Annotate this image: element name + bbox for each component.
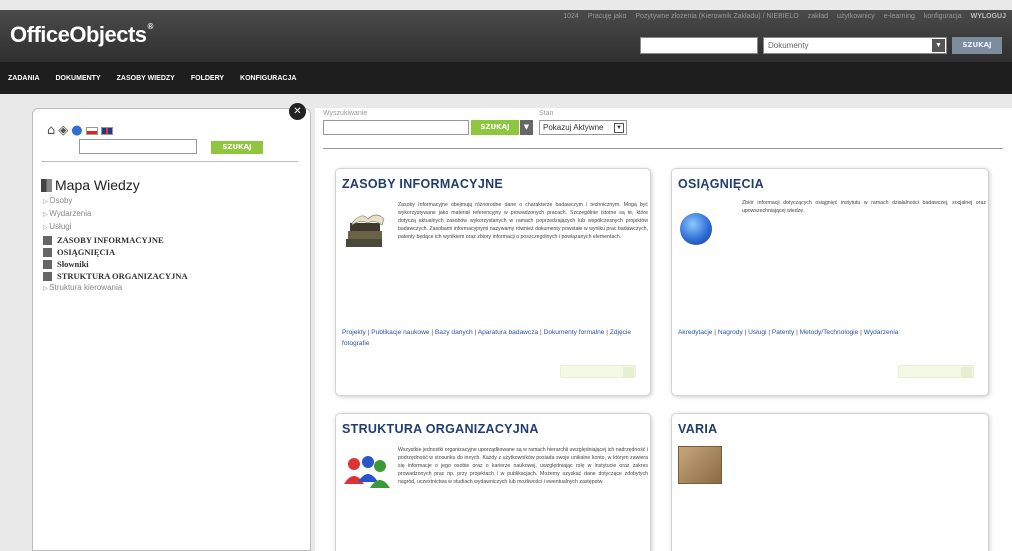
navigate-icon[interactable]: ◈ — [58, 123, 68, 138]
link-wydarzenia[interactable]: Wydarzenia — [864, 329, 899, 336]
tree-item-osiagniecia[interactable]: OSIĄGNIĘCIA — [43, 246, 188, 258]
card-struktura-organizacyjna: STRUKTURA ORGANIZACYJNA Wszystkie jednos… — [335, 413, 651, 551]
tree-item-slowniki[interactable]: Słowniki — [43, 258, 188, 270]
card-title[interactable]: OSIĄGNIĘCIA — [678, 177, 764, 191]
more-button[interactable] — [560, 365, 636, 378]
folder-icon — [43, 259, 52, 269]
flag-pl-icon[interactable] — [85, 126, 98, 135]
link-aparatura[interactable]: Aparatura badawcza — [478, 329, 538, 336]
card-links: Projekty | Publikacje naukowe | Bazy dan… — [342, 329, 632, 347]
home-icon[interactable]: ⌂ — [47, 123, 55, 138]
tree-item-struktura-kierowania[interactable]: Struktura kierowania — [43, 282, 188, 295]
books-icon — [346, 214, 385, 247]
app-header: OfficeObjects® 1024 Pracuję jako Pozytyw… — [0, 10, 1012, 62]
link-projekty[interactable]: Projekty — [342, 329, 366, 336]
nav-foldery[interactable]: FOLDERY — [191, 75, 224, 82]
link-akredytacje[interactable]: Akredytacje — [678, 329, 712, 336]
knowledge-map-panel: ⌂ ◈ ● SZUKAJ Mapa Wiedzy Osoby Wydarzeni… — [32, 108, 311, 551]
nav-zadania[interactable]: ZADANIA — [8, 75, 40, 82]
globe-icon[interactable]: ● — [71, 123, 82, 138]
card-links: Akredytacje | Nagrody | Usługi | Patenty… — [678, 329, 899, 336]
folder-icon — [43, 271, 52, 281]
content-search-input[interactable] — [323, 120, 469, 135]
top-menu-config[interactable]: konfiguracja — [924, 13, 962, 20]
card-title[interactable]: STRUKTURA ORGANIZACYJNA — [342, 422, 539, 436]
tree-item-uslugi[interactable]: Usługi — [43, 221, 188, 234]
top-menu: 1024 Pracuję jako Pozytywne złożenia (Ki… — [563, 13, 1006, 20]
card-varia: VARIA — [671, 413, 989, 551]
folder-icon — [43, 235, 52, 245]
role-link[interactable]: Pozytywne złożenia (Kierownik Zakładu) /… — [635, 13, 798, 20]
card-osiagniecia: OSIĄGNIĘCIA Zbiór informacji dotyczących… — [671, 168, 989, 396]
link-bazy-danych[interactable]: Bazy danych — [435, 329, 473, 336]
header-search-button[interactable]: SZUKAJ — [952, 37, 1002, 54]
card-title[interactable]: ZASOBY INFORMACYJNE — [342, 177, 503, 191]
panel-toolbar: ⌂ ◈ ● — [47, 123, 113, 138]
document-icon — [678, 446, 722, 484]
document-type-select[interactable]: Dokumenty ▼ — [763, 37, 947, 54]
main-content: Wyszukiwanie SZUKAJ ▼ Stan Pokazuj Aktyw… — [315, 108, 1012, 551]
link-metody[interactable]: Metody/Technologie — [800, 329, 859, 336]
nav-zasoby-wiedzy[interactable]: ZASOBY WIEDZY — [117, 75, 175, 82]
content-search-button[interactable]: SZUKAJ — [471, 120, 519, 135]
status-select[interactable]: Pokazuj Aktywne ▼ — [539, 120, 627, 135]
panel-search-button[interactable]: SZUKAJ — [211, 141, 263, 154]
divider — [41, 161, 298, 162]
card-description: Zbiór informacji dotyczących osiągnięć i… — [742, 200, 986, 214]
tree-item-wydarzenia[interactable]: Wydarzenia — [43, 208, 188, 221]
link-publikacje[interactable]: Publikacje naukowe — [371, 329, 429, 336]
status-label: Stan — [539, 110, 554, 117]
link-uslugi[interactable]: Usługi — [748, 329, 766, 336]
header-search-input[interactable] — [640, 37, 758, 54]
card-description: Zasoby Informacyjne obejmują różnorodne … — [398, 202, 648, 240]
divider — [323, 148, 1003, 149]
logout-link[interactable]: WYLOGUJ — [971, 13, 1006, 20]
chevron-down-icon: ▼ — [614, 123, 624, 133]
link-patenty[interactable]: Patenty — [772, 329, 794, 336]
officeobjects-logo[interactable]: OfficeObjects® — [10, 22, 153, 48]
globe-icon — [680, 213, 712, 245]
card-title[interactable]: VARIA — [678, 422, 717, 436]
role-label: Pracuję jako — [587, 13, 627, 20]
tree-item-struktura[interactable]: STRUKTURA ORGANIZACYJNA — [43, 270, 188, 282]
top-menu-elearning[interactable]: e-learning — [884, 13, 915, 20]
tree-root[interactable]: Mapa Wiedzy — [41, 177, 188, 193]
folder-icon — [43, 247, 52, 257]
search-options-chevron-icon[interactable]: ▼ — [520, 120, 533, 135]
card-zasoby-informacyjne: ZASOBY INFORMACYJNE Zasoby Informacyjne … — [335, 168, 651, 396]
tree-item-osoby[interactable]: Osoby — [43, 195, 188, 208]
panel-search-input[interactable] — [79, 139, 197, 154]
flag-en-icon[interactable] — [100, 126, 113, 135]
close-icon[interactable]: ✕ — [289, 103, 306, 120]
link-nagrody[interactable]: Nagrody — [718, 329, 743, 336]
session-counter: 1024 — [563, 13, 579, 20]
map-icon — [41, 178, 52, 192]
main-nav: ZADANIA DOKUMENTY ZASOBY WIEDZY FOLDERY … — [0, 62, 1012, 94]
top-menu-users[interactable]: użytkownicy — [837, 13, 875, 20]
search-label: Wyszukiwanie — [323, 110, 368, 117]
nav-dokumenty[interactable]: DOKUMENTY — [56, 75, 101, 82]
tree-item-zasoby[interactable]: ZASOBY INFORMACYJNE — [43, 234, 188, 246]
more-button[interactable] — [898, 365, 974, 378]
link-dokumenty-formalne[interactable]: Dokumenty formalne — [544, 329, 605, 336]
chevron-down-icon: ▼ — [932, 39, 945, 52]
people-icon — [344, 456, 390, 488]
knowledge-tree: Mapa Wiedzy Osoby Wydarzenia Usługi ZASO… — [41, 177, 188, 295]
card-description: Wszystkie jednostki organizacyjne uporzą… — [398, 447, 648, 485]
nav-konfiguracja[interactable]: KONFIGURACJA — [240, 75, 296, 82]
top-menu-zaklad[interactable]: zakład — [808, 13, 828, 20]
